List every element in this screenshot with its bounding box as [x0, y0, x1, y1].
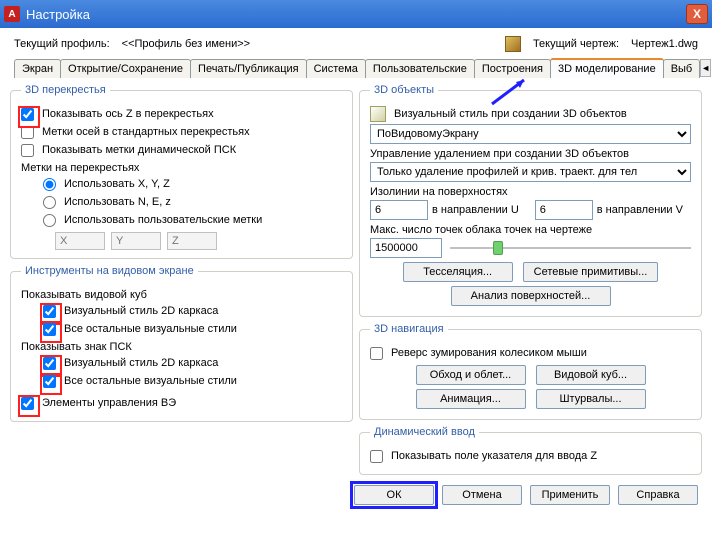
input-x	[55, 232, 105, 250]
radio-nez[interactable]	[43, 196, 56, 209]
lbl-xyz: Использовать X, Y, Z	[64, 178, 170, 190]
lbl-ucs-all: Все остальные визуальные стили	[64, 375, 237, 387]
chk-ucs-2d[interactable]	[43, 357, 56, 370]
select-visual-style[interactable]: ПоВидовомуЭкрану	[370, 124, 691, 144]
lbl-nez: Использовать N, E, z	[64, 196, 171, 208]
chk-ve-controls[interactable]	[21, 397, 34, 410]
current-profile-label: Текущий профиль:	[14, 38, 110, 50]
btn-walk-fly[interactable]: Обход и облет...	[416, 365, 526, 385]
lbl-show-z: Показывать ось Z в перекрестьях	[42, 108, 214, 120]
tab-user[interactable]: Пользовательские	[365, 59, 475, 78]
chk-show-z[interactable]	[21, 108, 34, 121]
btn-viewcube[interactable]: Видовой куб...	[536, 365, 646, 385]
current-profile-value: <<Профиль без имени>>	[122, 38, 250, 50]
tab-display[interactable]: Экран	[14, 59, 61, 78]
tab-drafting[interactable]: Построения	[474, 59, 551, 78]
legend-3d-navigation: 3D навигация	[370, 323, 448, 335]
window-title: Настройка	[26, 7, 90, 22]
legend-viewport-tools: Инструменты на видовом экране	[21, 265, 198, 277]
slider-max-cloud[interactable]	[450, 239, 691, 257]
tab-selection[interactable]: Выб	[663, 59, 701, 78]
btn-cancel[interactable]: Отмена	[442, 485, 522, 505]
lbl-max-cloud: Макс. число точек облака точек на чертеж…	[370, 224, 691, 236]
lbl-cube-2d: Визуальный стиль 2D каркаса	[64, 305, 218, 317]
radio-xyz[interactable]	[43, 178, 56, 191]
chk-ucs-all[interactable]	[43, 375, 56, 388]
btn-tessellation[interactable]: Тесселяция...	[403, 262, 513, 282]
input-y	[111, 232, 161, 250]
lbl-custom: Использовать пользовательские метки	[64, 214, 262, 226]
group-3d-crosshairs: 3D перекрестья Показывать ось Z в перекр…	[10, 84, 353, 259]
footer: ОК Отмена Применить Справка	[0, 479, 712, 515]
lbl-cube-all: Все остальные визуальные стили	[64, 323, 237, 335]
chk-dyn-ucs[interactable]	[21, 144, 34, 157]
tab-bar: Экран Открытие/Сохранение Печать/Публика…	[0, 58, 712, 80]
lbl-reverse-zoom: Реверс зумирования колесиком мыши	[391, 347, 587, 359]
legend-dynamic-input: Динамический ввод	[370, 426, 479, 438]
header: Текущий профиль: <<Профиль без имени>> Т…	[0, 28, 712, 58]
chk-axis-labels[interactable]	[21, 126, 34, 139]
input-iso-u[interactable]	[370, 200, 428, 220]
btn-animation[interactable]: Анимация...	[416, 389, 526, 409]
chk-cube-all[interactable]	[43, 323, 56, 336]
legend-3d-crosshairs: 3D перекрестья	[21, 84, 110, 96]
lbl-ucs-2d: Визуальный стиль 2D каркаса	[64, 357, 218, 369]
tab-scroll-left[interactable]: ◄	[700, 59, 711, 77]
lbl-delete-ctrl: Управление удалением при создании 3D объ…	[370, 148, 691, 160]
lbl-labels-on: Метки на перекрестьях	[21, 162, 342, 174]
tab-plot[interactable]: Печать/Публикация	[190, 59, 307, 78]
close-button[interactable]: X	[686, 4, 708, 24]
btn-apply[interactable]: Применить	[530, 485, 610, 505]
tab-3d-modeling[interactable]: 3D моделирование	[550, 58, 664, 78]
group-3d-navigation: 3D навигация Реверс зумирования колесико…	[359, 323, 702, 420]
lbl-visual-style: Визуальный стиль при создании 3D объекто…	[394, 108, 627, 120]
group-3d-objects: 3D объекты Визуальный стиль при создании…	[359, 84, 702, 317]
chk-show-z-field[interactable]	[370, 450, 383, 463]
lbl-dir-u: в направлении U	[432, 204, 519, 216]
input-z	[167, 232, 217, 250]
lbl-isolines: Изолинии на поверхностях	[370, 186, 691, 198]
group-viewport-tools: Инструменты на видовом экране Показывать…	[10, 265, 353, 422]
lbl-show-cube: Показывать видовой куб	[21, 289, 342, 301]
current-drawing-value: Чертеж1.dwg	[631, 38, 698, 50]
input-iso-v[interactable]	[535, 200, 593, 220]
titlebar: А Настройка X	[0, 0, 712, 28]
lbl-show-z-field: Показывать поле указателя для ввода Z	[391, 450, 597, 462]
app-icon: А	[4, 6, 20, 22]
btn-steering[interactable]: Штурвалы...	[536, 389, 646, 409]
btn-help[interactable]: Справка	[618, 485, 698, 505]
radio-custom[interactable]	[43, 214, 56, 227]
lbl-dir-v: в направлении V	[597, 204, 683, 216]
btn-ok[interactable]: ОК	[354, 485, 434, 505]
lbl-axis-labels: Метки осей в стандартных перекрестьях	[42, 126, 250, 138]
chk-reverse-zoom[interactable]	[370, 347, 383, 360]
drawing-icon	[505, 36, 521, 52]
input-max-cloud[interactable]	[370, 238, 442, 258]
legend-3d-objects: 3D объекты	[370, 84, 438, 96]
select-delete-ctrl[interactable]: Только удаление профилей и крив. траект.…	[370, 162, 691, 182]
group-dynamic-input: Динамический ввод Показывать поле указат…	[359, 426, 702, 475]
tab-system[interactable]: Система	[306, 59, 366, 78]
btn-surface-analysis[interactable]: Анализ поверхностей...	[451, 286, 611, 306]
lbl-dyn-ucs: Показывать метки динамической ПСК	[42, 144, 236, 156]
lbl-ve-controls: Элементы управления ВЭ	[42, 397, 176, 409]
current-drawing-label: Текущий чертеж:	[533, 38, 619, 50]
page-icon	[370, 106, 386, 122]
btn-mesh-primitives[interactable]: Сетевые примитивы...	[523, 262, 659, 282]
lbl-show-ucs: Показывать знак ПСК	[21, 341, 342, 353]
tab-open-save[interactable]: Открытие/Сохранение	[60, 59, 191, 78]
chk-cube-2d[interactable]	[43, 305, 56, 318]
